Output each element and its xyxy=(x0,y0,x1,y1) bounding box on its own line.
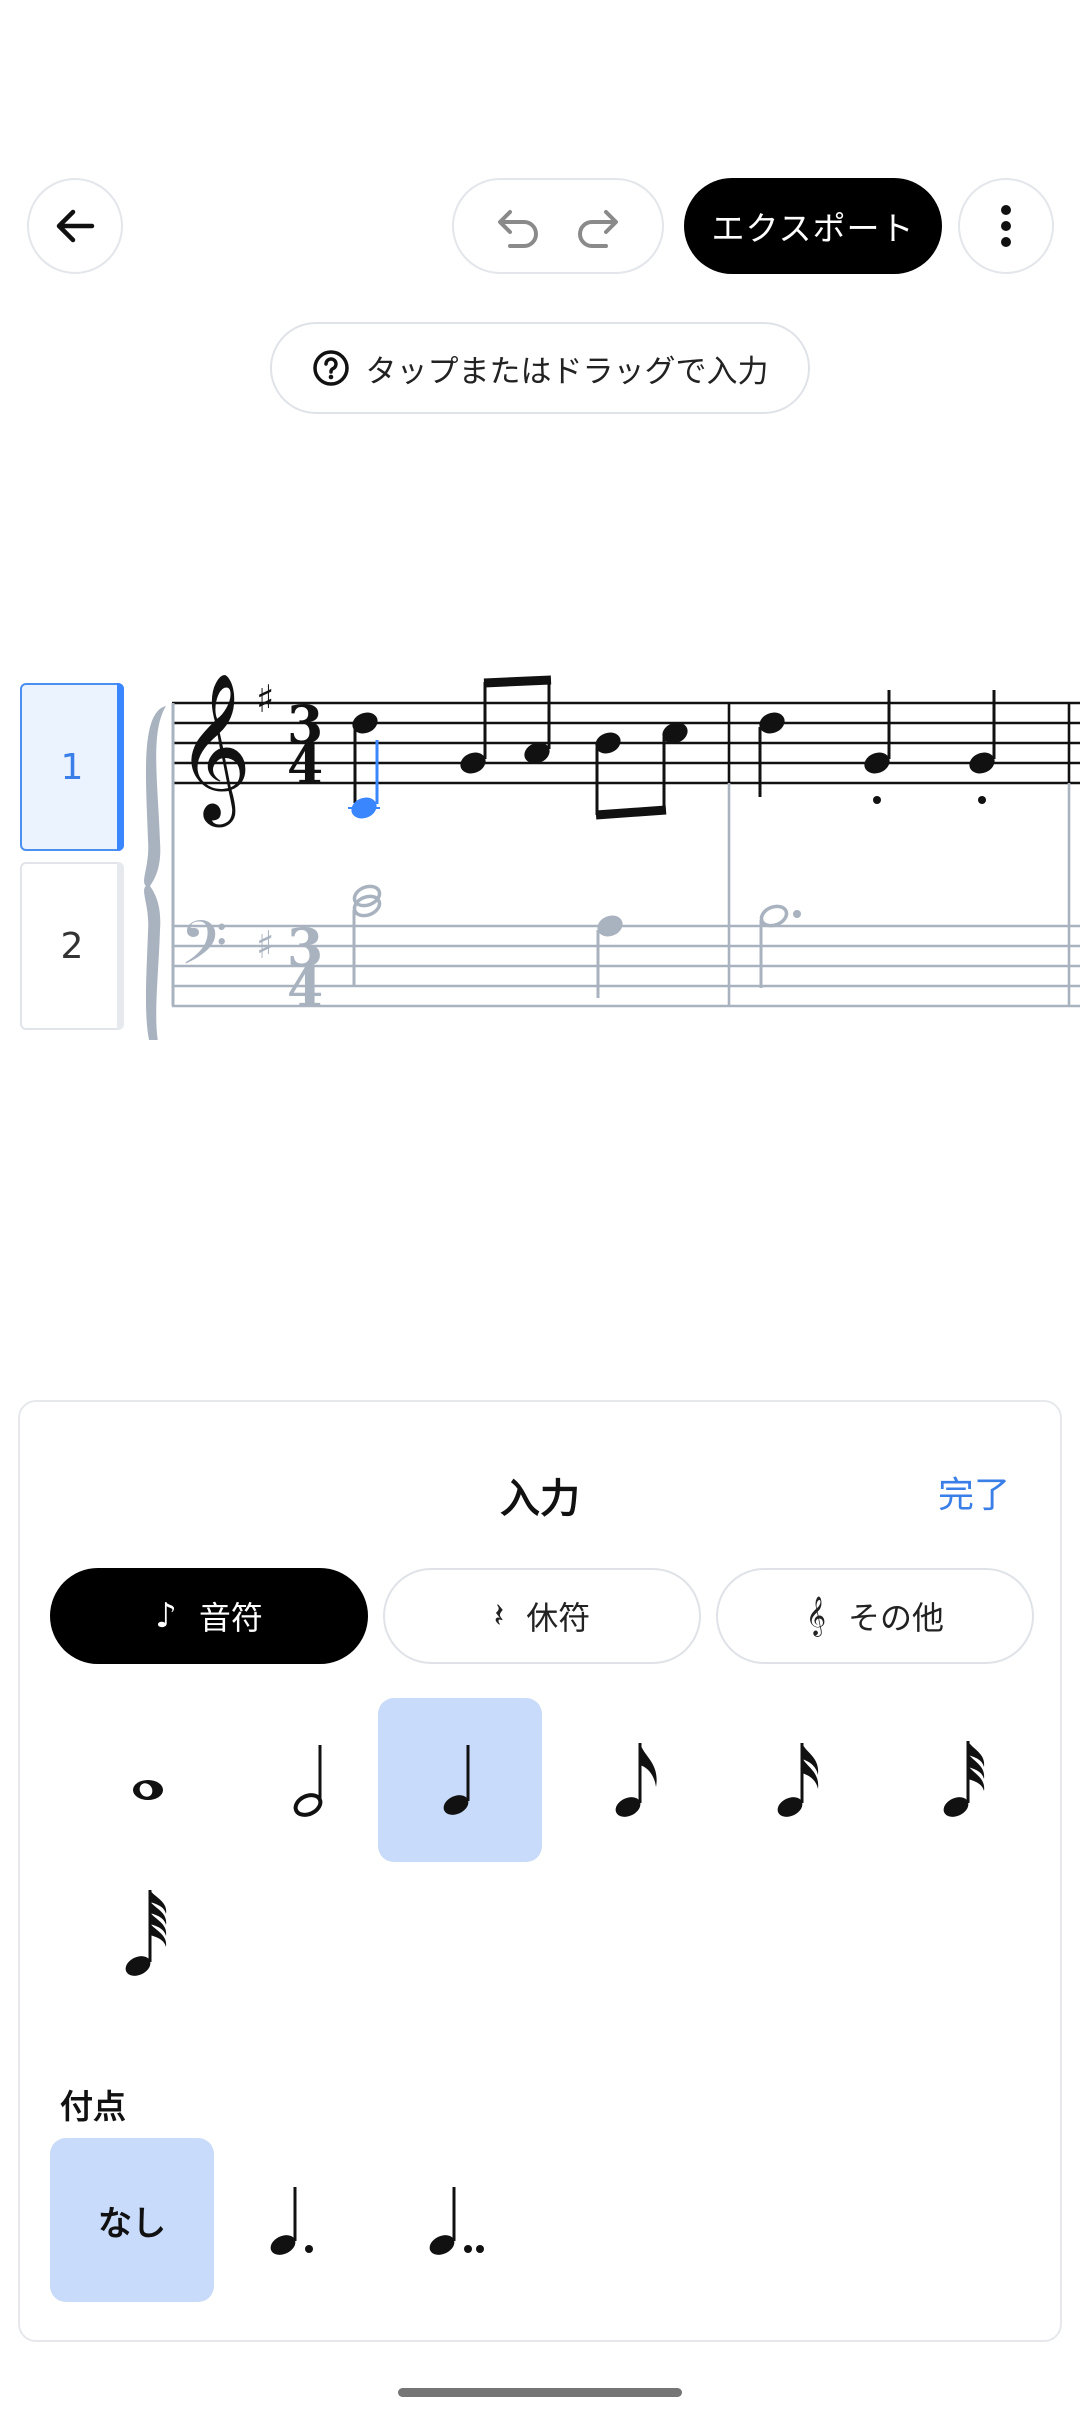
thirty-second-note-icon xyxy=(943,1741,985,1817)
dotted-quarter-icon xyxy=(270,2187,313,2255)
duration-sixteenth[interactable] xyxy=(718,1698,882,1862)
home-indicator[interactable] xyxy=(398,2388,682,2397)
segment-label: その他 xyxy=(848,1599,945,1637)
done-button[interactable]: 完了 xyxy=(938,1466,1010,1518)
dot-none[interactable]: なし xyxy=(50,2138,214,2302)
redo-icon[interactable] xyxy=(572,204,622,248)
quarter-rest-icon: 𝄽 xyxy=(493,1596,505,1636)
time-signature-bottom: 4 xyxy=(287,735,323,796)
eighth-note-icon: ♪ xyxy=(155,1596,177,1636)
more-vertical-icon xyxy=(1001,205,1011,247)
whole-note-icon xyxy=(133,1780,163,1800)
help-icon xyxy=(312,350,349,386)
staccato-note-g4[interactable] xyxy=(861,690,893,804)
export-button[interactable]: エクスポート xyxy=(684,178,942,274)
treble-clef: 𝄞 xyxy=(176,672,252,827)
eighth-note-icon xyxy=(615,1743,657,1817)
double-dotted-quarter-icon xyxy=(429,2187,484,2255)
sixty-fourth-note-icon xyxy=(125,1890,167,1976)
score-canvas[interactable]: 𝄞 ♯ 3 4 𝄢 ♯ 3 4 xyxy=(0,640,1080,1040)
sixteenth-note-icon xyxy=(777,1743,819,1817)
hint-label: タップまたはドラッグで入力 xyxy=(365,353,769,390)
key-signature-sharp: ♯ xyxy=(256,923,274,967)
beamed-eighth-notes[interactable] xyxy=(592,719,691,820)
undo-redo-group xyxy=(452,178,664,274)
half-note-icon xyxy=(293,1745,323,1817)
duration-half[interactable] xyxy=(230,1698,394,1862)
quarter-note-icon xyxy=(443,1745,470,1815)
duration-eighth[interactable] xyxy=(556,1698,720,1862)
duration-sixty-fourth[interactable] xyxy=(66,1852,230,2016)
more-options-button[interactable] xyxy=(958,178,1054,274)
segment-other[interactable]: 𝄞 その他 xyxy=(716,1568,1034,1664)
staccato-note-g4[interactable] xyxy=(966,690,998,804)
input-cursor-note[interactable] xyxy=(348,740,380,822)
key-signature-sharp: ♯ xyxy=(256,677,274,721)
system-brace xyxy=(144,706,166,1040)
dot-double[interactable] xyxy=(378,2138,542,2302)
panel-title: 入力 xyxy=(500,1476,580,1522)
arrow-left-icon xyxy=(56,209,95,243)
undo-icon[interactable] xyxy=(494,204,544,248)
duration-thirty-second[interactable] xyxy=(884,1698,1048,1862)
input-hint: タップまたはドラッグで入力 xyxy=(270,322,810,414)
bass-half-chord[interactable] xyxy=(352,883,383,985)
dot-single[interactable] xyxy=(214,2138,378,2302)
back-button[interactable] xyxy=(27,178,123,274)
treble-clef-icon: 𝄞 xyxy=(805,1596,827,1636)
duration-quarter[interactable] xyxy=(378,1698,542,1862)
segment-label: 音符 xyxy=(198,1599,263,1637)
segment-rests[interactable]: 𝄽 休符 xyxy=(383,1568,701,1664)
bass-clef: 𝄢 xyxy=(180,908,228,994)
input-panel: 入力 完了 ♪ 音符 𝄽 休符 𝄞 その他 付点 なし xyxy=(18,1400,1062,2342)
duration-whole[interactable] xyxy=(66,1698,230,1862)
time-signature-bottom: 4 xyxy=(287,958,323,1019)
dot-none-label: なし xyxy=(98,2203,166,2244)
segment-label: 休符 xyxy=(526,1599,591,1637)
segment-notes[interactable]: ♪ 音符 xyxy=(50,1568,368,1664)
dot-section-label: 付点 xyxy=(60,2087,126,2126)
